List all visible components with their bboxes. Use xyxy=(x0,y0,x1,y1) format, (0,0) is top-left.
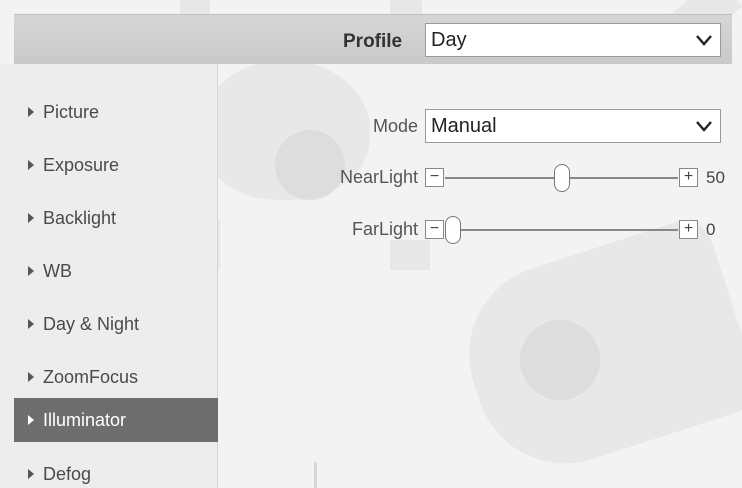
caret-right-icon xyxy=(28,319,34,329)
nearlight-value: 50 xyxy=(706,168,725,187)
sidebar-item-label: Defog xyxy=(43,463,92,484)
sidebar-item-wb[interactable]: WB xyxy=(14,249,218,293)
minus-icon: − xyxy=(429,168,440,185)
farlight-decrease-button[interactable]: − xyxy=(425,220,444,239)
sidebar-item-label: ZoomFocus xyxy=(43,366,139,387)
sidebar-item-zoomfocus[interactable]: ZoomFocus xyxy=(14,355,218,399)
mode-label: Mode xyxy=(372,116,418,136)
plus-icon: + xyxy=(683,220,694,237)
caret-right-icon xyxy=(28,469,34,479)
nearlight-slider-thumb[interactable] xyxy=(553,164,570,192)
mode-select-value: Manual xyxy=(431,115,497,137)
sidebar: Picture Exposure Backlight WB Day & Nigh… xyxy=(0,64,218,488)
sidebar-item-backlight[interactable]: Backlight xyxy=(14,196,218,240)
farlight-slider-thumb[interactable] xyxy=(445,216,461,244)
caret-right-icon xyxy=(28,372,34,382)
sidebar-item-defog[interactable]: Defog xyxy=(14,452,218,488)
sidebar-item-exposure[interactable]: Exposure xyxy=(14,143,218,187)
minus-icon: − xyxy=(429,220,440,237)
sidebar-item-day-night[interactable]: Day & Night xyxy=(14,302,218,346)
caret-right-icon xyxy=(28,160,34,170)
sidebar-item-label: WB xyxy=(43,260,72,281)
chevron-down-icon xyxy=(696,121,712,132)
profile-select[interactable]: Day xyxy=(425,23,721,57)
profile-select-value: Day xyxy=(431,29,467,51)
farlight-label: FarLight xyxy=(351,219,418,239)
sidebar-item-label: Picture xyxy=(43,101,100,122)
sidebar-item-illuminator[interactable]: Illuminator xyxy=(14,398,218,442)
sidebar-item-label: Exposure xyxy=(43,154,120,175)
farlight-slider-track[interactable] xyxy=(445,229,678,231)
caret-right-icon xyxy=(28,213,34,223)
farlight-value: 0 xyxy=(706,220,716,239)
plus-icon: + xyxy=(683,168,694,185)
caret-right-icon xyxy=(28,415,34,425)
nearlight-label: NearLight xyxy=(339,167,418,187)
sidebar-item-picture[interactable]: Picture xyxy=(14,90,218,134)
sidebar-item-label: Illuminator xyxy=(43,409,127,430)
farlight-increase-button[interactable]: + xyxy=(679,220,698,239)
caret-right-icon xyxy=(28,107,34,117)
sidebar-item-label: Backlight xyxy=(43,207,117,228)
caret-right-icon xyxy=(28,266,34,276)
profile-label: Profile xyxy=(343,31,403,52)
sidebar-item-label: Day & Night xyxy=(43,313,140,334)
mode-select[interactable]: Manual xyxy=(425,109,721,143)
chevron-down-icon xyxy=(696,35,712,46)
nearlight-increase-button[interactable]: + xyxy=(679,168,698,187)
nearlight-decrease-button[interactable]: − xyxy=(425,168,444,187)
